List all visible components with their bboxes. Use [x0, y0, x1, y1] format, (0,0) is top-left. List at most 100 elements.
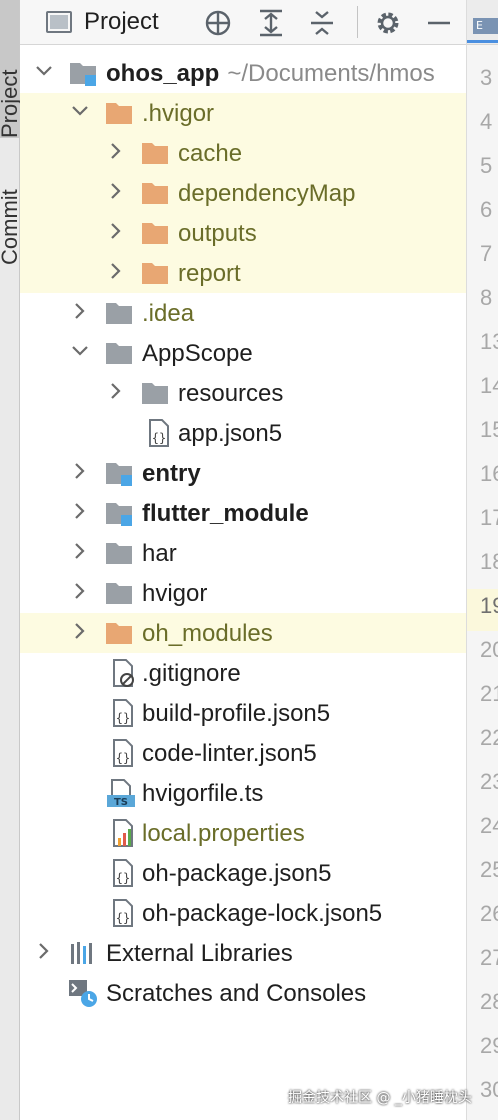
folder-icon — [142, 223, 168, 244]
line-number: 16 — [480, 461, 498, 486]
tree-row-hvigor[interactable]: hvigor — [20, 573, 466, 613]
tree-label: har — [142, 540, 177, 567]
tree-row-scratches[interactable]: Scratches and Consoles — [20, 973, 466, 1013]
library-icon — [71, 942, 92, 964]
editor-tab-badge: E — [473, 18, 498, 34]
tree-row-oh-modules[interactable]: oh_modules — [20, 613, 466, 653]
tree-label: .gitignore — [142, 660, 241, 687]
root-path: ~/Documents/hmos — [227, 60, 435, 87]
crosshair-icon[interactable] — [203, 8, 233, 38]
collapse-all-icon[interactable] — [307, 8, 337, 38]
line-number: 22 — [480, 725, 498, 750]
chevron-down-icon[interactable] — [70, 101, 90, 121]
svg-text:TS: TS — [114, 797, 128, 808]
tree-row-oh-package-lock[interactable]: {} oh-package-lock.json5 — [20, 893, 466, 933]
toolbar-separator — [357, 6, 358, 38]
tree-label: build-profile.json5 — [142, 700, 331, 727]
tree-row-code-linter[interactable]: {} code-linter.json5 — [20, 733, 466, 773]
editor-tab[interactable]: E — [467, 0, 498, 45]
tree-row-hvigorfile[interactable]: TS hvigorfile.ts — [20, 773, 466, 813]
tree-row-oh-package[interactable]: {} oh-package.json5 — [20, 853, 466, 893]
folder-icon — [142, 263, 168, 284]
tool-window-strip: Project Commit — [0, 0, 22, 1120]
tree-row-resources[interactable]: resources — [20, 373, 466, 413]
watermark: 掘金技术社区 @ _小猪睡枕头 — [288, 1090, 472, 1106]
line-number: 6 — [480, 197, 493, 222]
folder-icon — [106, 303, 132, 324]
tree-label-root: ohos_app ~/Documents/hmos — [106, 60, 435, 88]
ignore-file-icon — [113, 659, 134, 687]
project-panel: Project ohos_app ~/Documents/hmos .hvigo… — [20, 0, 466, 1120]
typescript-file-icon: TS — [107, 779, 135, 808]
tree-row-flutter-module[interactable]: flutter_module — [20, 493, 466, 533]
chevron-right-icon[interactable] — [106, 141, 126, 161]
chevron-down-icon[interactable] — [70, 341, 90, 361]
tree-label: Scratches and Consoles — [106, 980, 367, 1007]
chevron-right-icon[interactable] — [70, 621, 90, 641]
chevron-right-icon[interactable] — [70, 501, 90, 521]
chevron-right-icon[interactable] — [70, 461, 90, 481]
chevron-right-icon[interactable] — [106, 181, 126, 201]
project-tool-tab[interactable]: Project — [0, 0, 22, 138]
expand-all-icon[interactable] — [256, 8, 286, 38]
tree-row-har[interactable]: har — [20, 533, 466, 573]
line-number: 3 — [480, 65, 493, 90]
json-file-icon: {} — [149, 419, 169, 447]
module-folder-icon — [70, 63, 96, 86]
tree-label: app.json5 — [178, 420, 283, 447]
tree-row-appscope[interactable]: AppScope — [20, 333, 466, 373]
tree-label: .hvigor — [142, 100, 215, 127]
folder-icon — [142, 183, 168, 204]
line-number: 30 — [480, 1077, 498, 1102]
chevron-right-icon[interactable] — [106, 261, 126, 281]
gear-icon[interactable] — [373, 8, 403, 38]
svg-text:{}: {} — [116, 751, 130, 765]
folder-icon — [142, 383, 168, 404]
line-number-current: 19 — [480, 593, 498, 618]
chevron-right-icon[interactable] — [34, 941, 54, 961]
tree-row-entry[interactable]: entry — [20, 453, 466, 493]
tree-row-gitignore[interactable]: .gitignore — [20, 653, 466, 693]
tree-row-external-libraries[interactable]: External Libraries — [20, 933, 466, 973]
line-number: 20 — [480, 637, 498, 662]
folder-icon — [106, 543, 132, 564]
chevron-right-icon[interactable] — [70, 581, 90, 601]
tree-row-idea[interactable]: .idea — [20, 293, 466, 333]
properties-file-icon — [113, 819, 133, 847]
line-number: 21 — [480, 681, 498, 706]
chevron-down-icon[interactable] — [34, 61, 54, 81]
chevron-right-icon[interactable] — [106, 221, 126, 241]
commit-tool-tab[interactable]: Commit — [0, 150, 22, 265]
line-number: 4 — [480, 109, 493, 134]
json-file-icon: {} — [113, 699, 133, 727]
tree-label: oh-package.json5 — [142, 860, 332, 887]
module-folder-icon — [106, 503, 132, 526]
tree-row-cache[interactable]: cache — [20, 133, 466, 173]
editor-gutter: E 3 4 5 6 7 8 13 14 15 16 17 18 19 20 21… — [466, 0, 498, 1120]
line-number: 14 — [480, 373, 498, 398]
line-number: 28 — [480, 989, 498, 1014]
svg-text:{}: {} — [116, 871, 130, 885]
tree-row-root[interactable]: ohos_app ~/Documents/hmos — [20, 53, 466, 93]
tree-label: External Libraries — [106, 940, 293, 967]
tree-row-report[interactable]: report — [20, 253, 466, 293]
json-file-icon: {} — [113, 899, 133, 927]
tree-row-build-profile[interactable]: {} build-profile.json5 — [20, 693, 466, 733]
panel-title[interactable]: Project — [84, 8, 159, 36]
json-file-icon: {} — [113, 739, 133, 767]
project-toolbar: Project — [20, 0, 466, 45]
tree-row-dependencymap[interactable]: dependencyMap — [20, 173, 466, 213]
line-number: 25 — [480, 857, 498, 882]
tree-row-app-json5[interactable]: {} app.json5 — [20, 413, 466, 453]
tree-row-local-properties[interactable]: local.properties — [20, 813, 466, 853]
minimize-icon[interactable] — [424, 8, 454, 38]
tree-row-outputs[interactable]: outputs — [20, 213, 466, 253]
chevron-right-icon[interactable] — [70, 301, 90, 321]
tree-row-hvigor-dir[interactable]: .hvigor — [20, 93, 466, 133]
tree-label: dependencyMap — [178, 180, 356, 207]
chevron-right-icon[interactable] — [106, 381, 126, 401]
chevron-right-icon[interactable] — [70, 541, 90, 561]
line-number: 5 — [480, 153, 493, 178]
module-folder-icon — [106, 463, 132, 486]
tree-label: hvigorfile.ts — [142, 780, 264, 807]
